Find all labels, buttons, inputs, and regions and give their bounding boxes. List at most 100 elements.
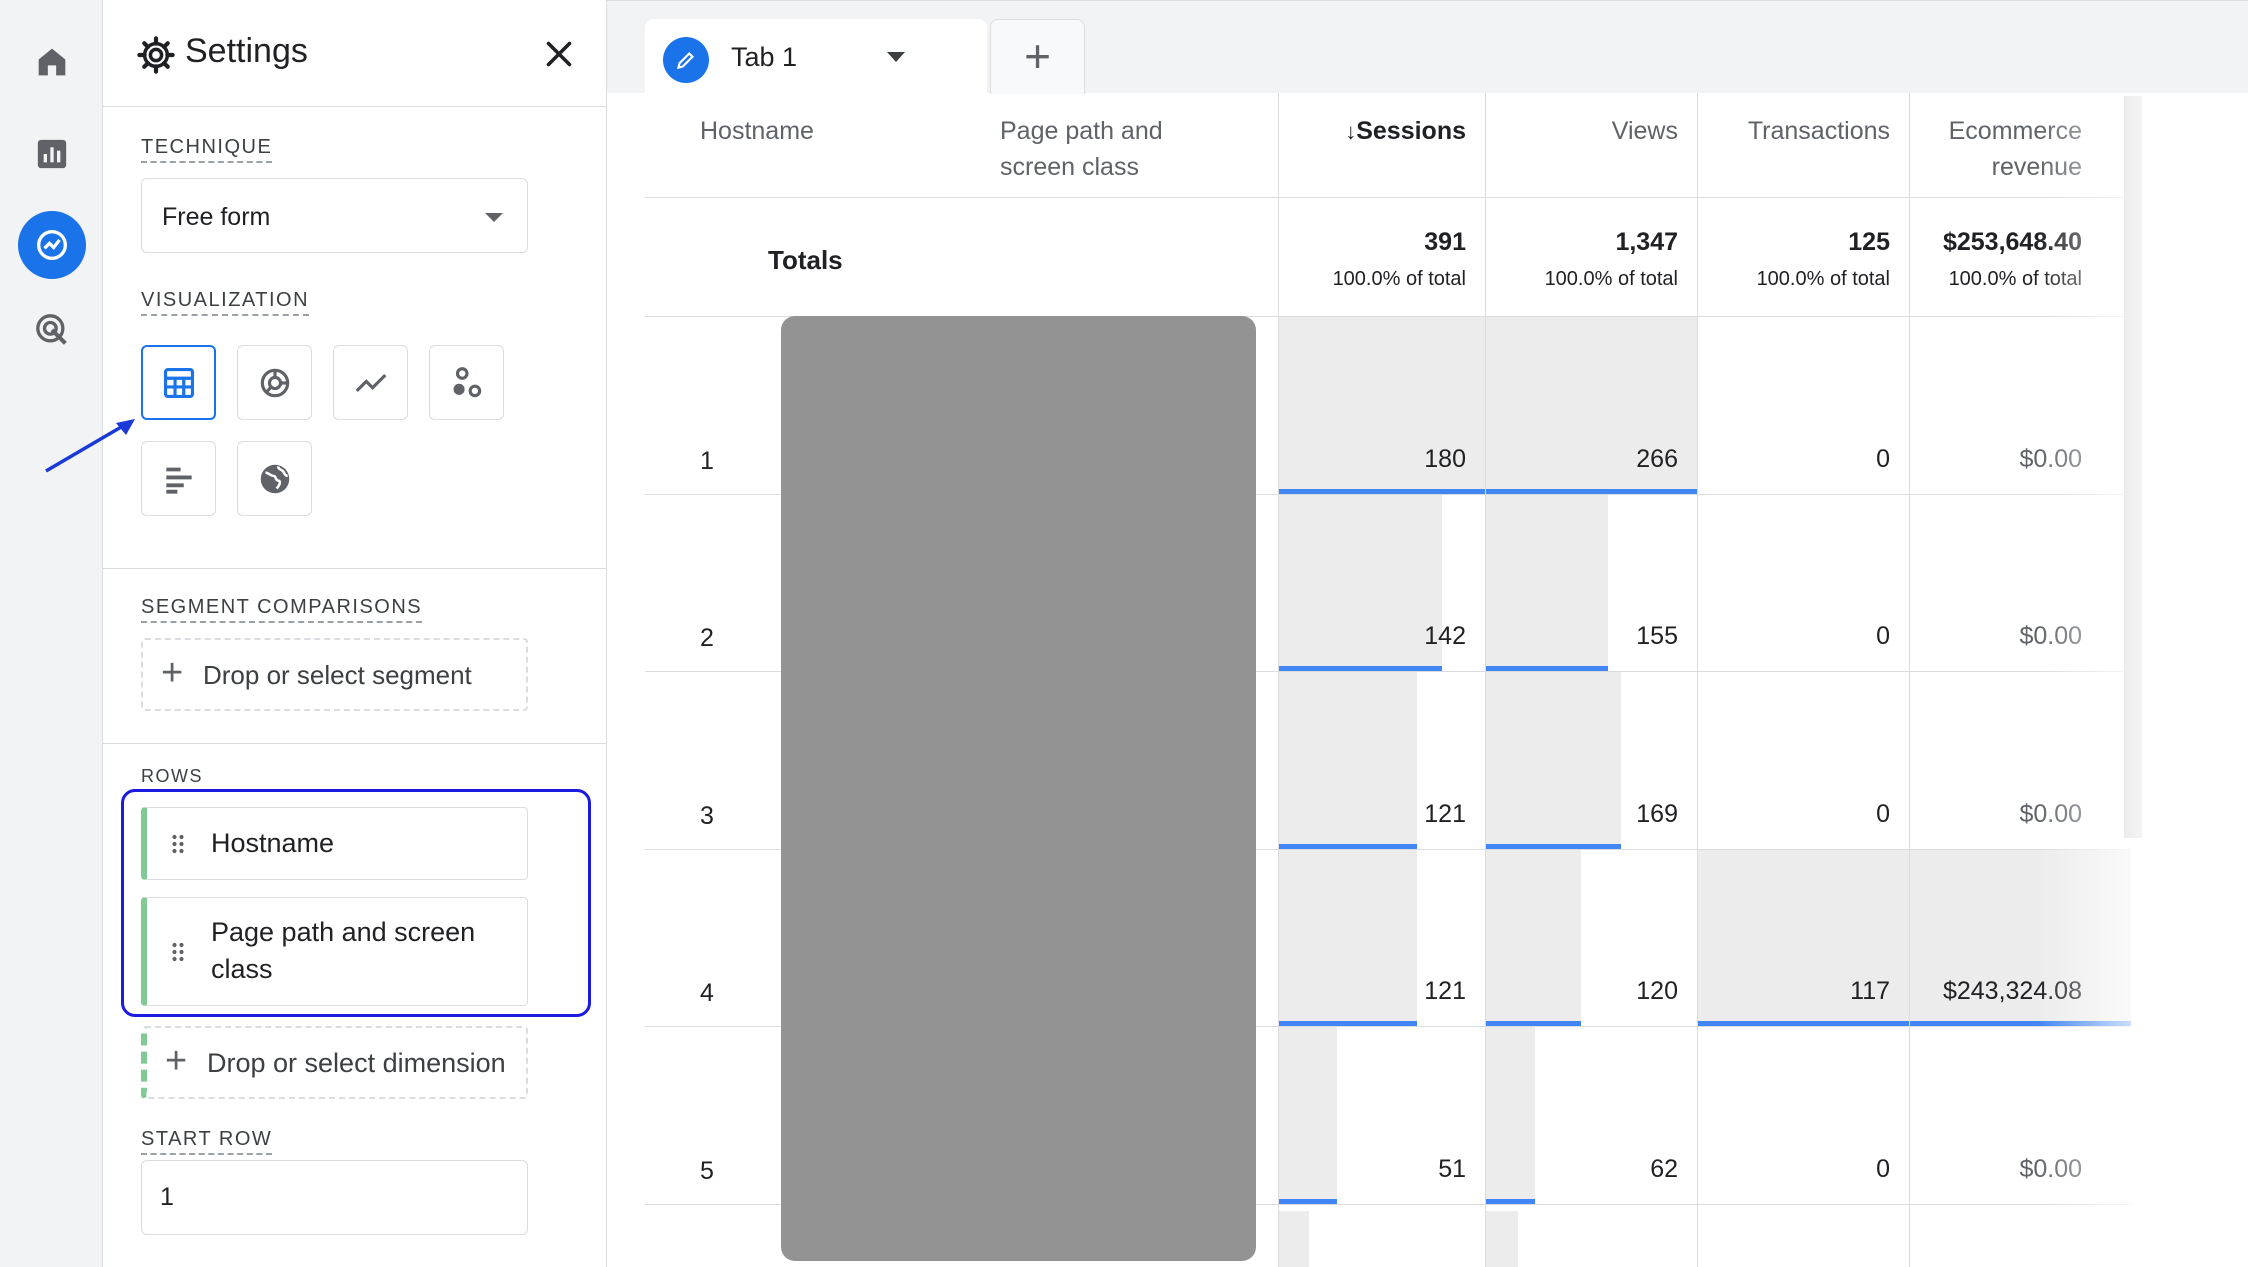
views-cell: 62 xyxy=(1650,1154,1678,1183)
nav-rail xyxy=(0,0,103,1267)
start-row-input[interactable]: 1 xyxy=(141,1160,528,1235)
transactions-cell: 0 xyxy=(1876,622,1890,650)
add-tab-button[interactable]: + xyxy=(990,19,1085,94)
drag-handle-icon[interactable] xyxy=(171,941,185,963)
row-number: 2 xyxy=(700,624,714,652)
row-number: 1 xyxy=(700,446,714,475)
plus-icon: + xyxy=(161,652,184,694)
row-chip-page-path[interactable]: Page path and screen class xyxy=(141,897,528,1006)
sessions-cell: 180 xyxy=(1424,444,1466,473)
total-views-pct: 100.0% of total xyxy=(1544,268,1678,290)
transactions-cell: 117 xyxy=(1850,977,1890,1005)
revenue-cell: $0.00 xyxy=(2019,1154,2082,1183)
vertical-scrollbar[interactable] xyxy=(2124,96,2142,838)
viz-scatter-button[interactable] xyxy=(429,345,504,420)
redacted-region xyxy=(781,316,1256,1261)
line-chart-icon xyxy=(355,373,386,392)
settings-title: Settings xyxy=(185,32,308,70)
header-revenue[interactable]: Ecommerce revenue xyxy=(1925,113,2082,185)
technique-dropdown[interactable]: Free form xyxy=(141,178,528,253)
total-views: 1,347 xyxy=(1615,228,1678,256)
home-nav-button[interactable] xyxy=(18,28,86,96)
header-revenue-line1: Ecommerce xyxy=(1948,117,2082,145)
segment-placeholder: Drop or select segment xyxy=(203,660,472,690)
total-sessions-pct: 100.0% of total xyxy=(1332,268,1466,290)
sessions-cell: 142 xyxy=(1424,622,1466,650)
header-transactions[interactable]: Transactions xyxy=(1705,113,1890,149)
header-hostname[interactable]: Hostname xyxy=(700,113,814,149)
header-views[interactable]: Views xyxy=(1525,113,1678,149)
data-table: Hostname Page path and screen class ↓Ses… xyxy=(645,93,2131,1267)
pencil-icon[interactable] xyxy=(663,37,709,83)
totals-label: Totals xyxy=(768,245,843,275)
geo-map-icon xyxy=(260,464,289,493)
explore-nav-button[interactable] xyxy=(18,211,86,279)
start-row-label: START ROW xyxy=(141,1128,273,1155)
viz-bar-button[interactable] xyxy=(141,441,216,516)
chevron-down-icon[interactable] xyxy=(887,52,905,62)
visualization-label: VISUALIZATION xyxy=(141,289,310,316)
tab-bar: Tab 1 + xyxy=(607,0,2248,94)
sessions-cell: 121 xyxy=(1424,977,1466,1005)
row-number: 3 xyxy=(700,801,714,830)
rows-label: ROWS xyxy=(141,766,203,791)
viz-geo-button[interactable] xyxy=(237,441,312,516)
technique-value: Free form xyxy=(162,203,271,231)
table-icon xyxy=(163,367,194,398)
donut-chart-icon xyxy=(260,368,289,397)
transactions-cell: 0 xyxy=(1876,799,1890,828)
chevron-down-icon xyxy=(485,213,503,222)
sort-down-icon: ↓ xyxy=(1345,119,1357,144)
drag-handle-icon[interactable] xyxy=(171,833,185,855)
views-cell: 120 xyxy=(1636,977,1678,1005)
tab-label: Tab 1 xyxy=(731,42,798,72)
views-cell: 169 xyxy=(1636,799,1678,828)
main-canvas: Tab 1 + Hostname Page path and screen cl… xyxy=(607,0,2248,1267)
viz-table-button[interactable] xyxy=(141,345,216,420)
technique-label: TECHNIQUE xyxy=(141,136,273,163)
viz-line-button[interactable] xyxy=(333,345,408,420)
viz-donut-button[interactable] xyxy=(237,345,312,420)
dimension-drop-zone[interactable]: + Drop or select dimension xyxy=(141,1026,528,1099)
header-page-path-line1: Page path and xyxy=(1000,117,1163,145)
row-divider xyxy=(645,197,2131,198)
revenue-cell: $0.00 xyxy=(2019,799,2082,828)
row-chip-hostname[interactable]: Hostname xyxy=(141,807,528,880)
transactions-cell: 0 xyxy=(1876,1154,1890,1183)
segment-comparisons-label: SEGMENT COMPARISONS xyxy=(141,596,423,623)
explore-icon xyxy=(37,230,67,260)
row-number: 5 xyxy=(700,1156,714,1185)
divider xyxy=(103,568,607,569)
bar-chart-icon xyxy=(165,467,192,494)
sessions-cell: 121 xyxy=(1424,799,1466,828)
views-cell: 155 xyxy=(1636,622,1678,650)
settings-header: Settings xyxy=(103,0,607,107)
sessions-cell: 51 xyxy=(1438,1154,1466,1183)
tab-1[interactable]: Tab 1 xyxy=(645,19,987,94)
advertising-icon xyxy=(36,314,67,345)
revenue-cell: $0.00 xyxy=(2019,622,2082,650)
settings-panel: Settings TECHNIQUE Free form VISUALIZATI… xyxy=(103,0,607,1267)
header-sessions[interactable]: ↓Sessions xyxy=(1325,113,1466,150)
header-page-path[interactable]: Page path and screen class xyxy=(1000,113,1163,185)
bar-stub xyxy=(1279,1211,1309,1267)
total-transactions-pct: 100.0% of total xyxy=(1756,268,1890,290)
advertising-nav-button[interactable] xyxy=(18,296,86,364)
total-sessions: 391 xyxy=(1424,228,1466,256)
total-revenue: $253,648.40 xyxy=(1942,228,2082,256)
bar-stub xyxy=(1486,1211,1518,1267)
dimension-placeholder: Drop or select dimension xyxy=(207,1048,506,1078)
total-transactions: 125 xyxy=(1848,228,1890,256)
header-page-path-line2: screen class xyxy=(1000,153,1139,181)
header-sessions-label: Sessions xyxy=(1356,117,1466,145)
scatter-icon xyxy=(453,366,481,397)
views-cell: 266 xyxy=(1636,444,1678,473)
reports-nav-button[interactable] xyxy=(18,120,86,188)
gear-icon xyxy=(137,36,175,74)
reports-icon xyxy=(37,139,67,169)
row-chip-label: Page path and screen class xyxy=(211,917,476,984)
revenue-cell: $0.00 xyxy=(2019,444,2082,473)
segment-drop-zone[interactable]: + Drop or select segment xyxy=(141,638,528,711)
row-number: 4 xyxy=(700,979,714,1007)
close-icon[interactable] xyxy=(541,36,577,72)
